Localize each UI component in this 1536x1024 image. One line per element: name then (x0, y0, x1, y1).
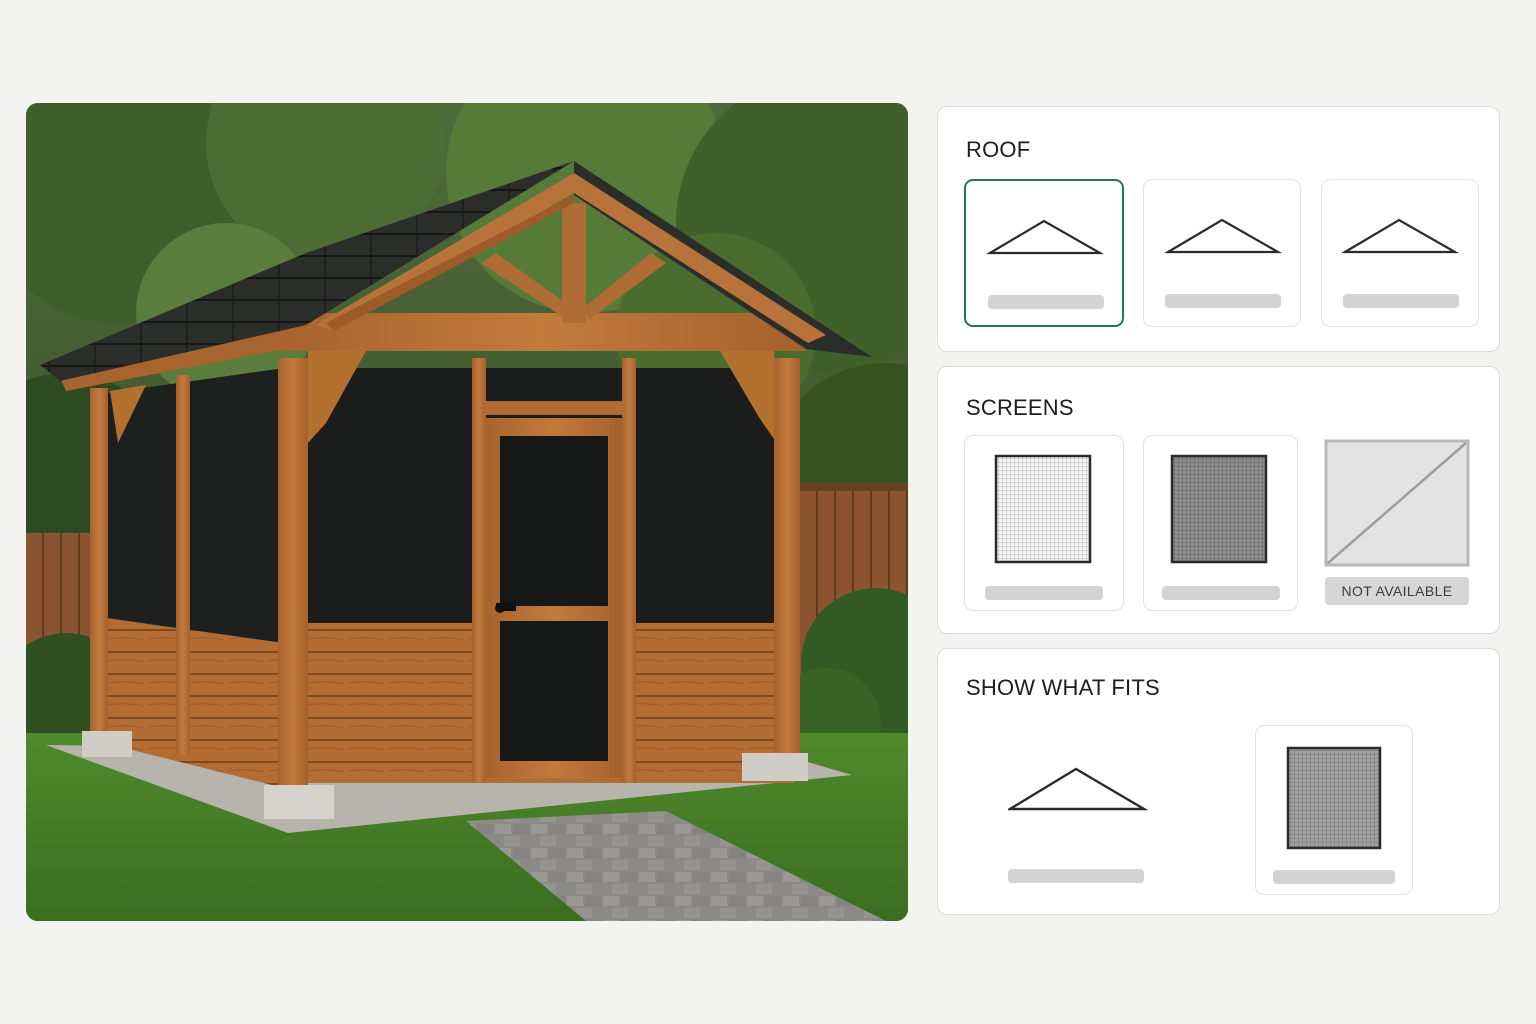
roof-option-2[interactable] (1143, 179, 1301, 327)
screen-option-light-label-placeholder (985, 586, 1103, 600)
roof-option-2-label-placeholder (1165, 294, 1281, 308)
no-screen-icon (1324, 439, 1470, 567)
roof-gable-icon (986, 219, 1105, 255)
fits-panel: SHOW WHAT FITS (937, 648, 1500, 915)
roof-panel: ROOF (937, 106, 1500, 352)
fits-item-screen-label-placeholder (1273, 870, 1395, 884)
roof-gable-icon (1008, 767, 1148, 811)
roof-gable-icon (1164, 218, 1283, 254)
mesh-screen-icon (1286, 746, 1382, 850)
screens-panel: SCREENS NOT AVAILABLE (937, 366, 1500, 634)
roof-gable-icon (1341, 218, 1460, 254)
screen-option-dark[interactable] (1143, 435, 1298, 611)
fits-item-screen (1255, 725, 1413, 895)
screen-option-light[interactable] (964, 435, 1124, 611)
fits-title: SHOW WHAT FITS (966, 675, 1160, 700)
screen-option-unavailable: NOT AVAILABLE (1324, 435, 1474, 611)
screen-option-dark-label-placeholder (1162, 586, 1280, 600)
fits-item-roof (998, 749, 1158, 899)
roof-option-3[interactable] (1321, 179, 1479, 327)
product-photo (26, 103, 908, 921)
roof-option-1[interactable] (964, 179, 1124, 327)
light-mesh-screen-icon (994, 454, 1092, 564)
fits-item-roof-label-placeholder (1008, 869, 1144, 883)
screens-title: SCREENS (966, 395, 1074, 420)
roof-title: ROOF (966, 137, 1031, 162)
not-available-badge: NOT AVAILABLE (1325, 577, 1469, 605)
roof-option-3-label-placeholder (1343, 294, 1459, 308)
dark-mesh-screen-icon (1170, 454, 1268, 564)
roof-option-1-label-placeholder (988, 295, 1104, 309)
